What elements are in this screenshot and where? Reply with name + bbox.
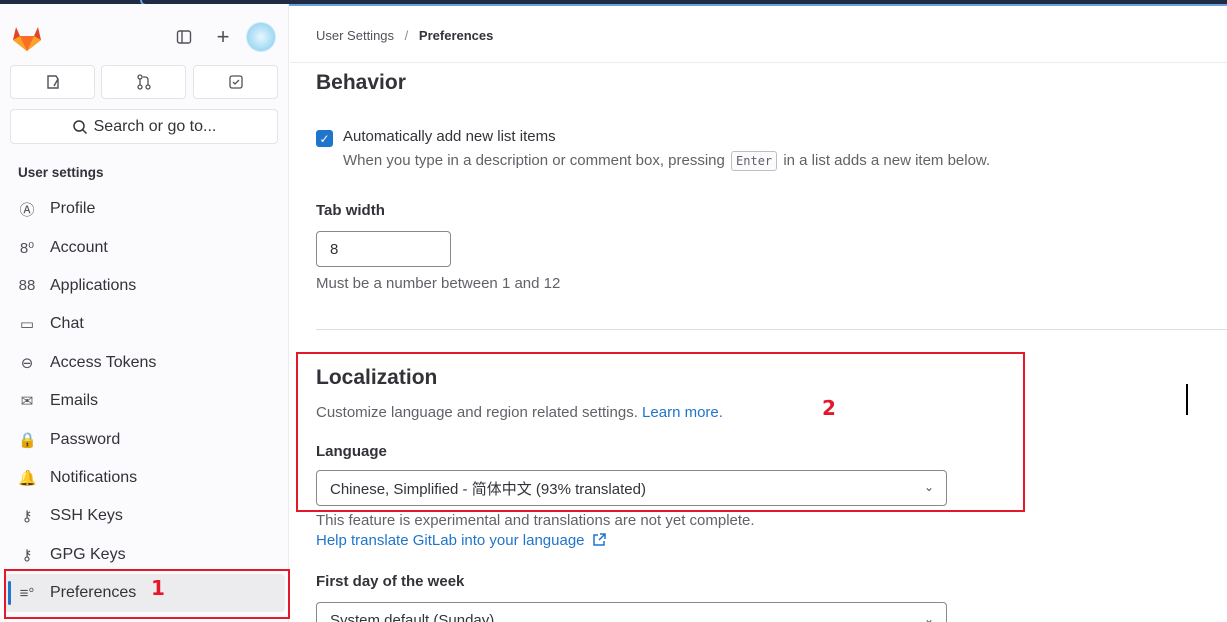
auto-list-help-after: in a list adds a new item below. xyxy=(783,152,991,169)
sidebar-item-label: Emails xyxy=(50,392,99,410)
breadcrumb-parent[interactable]: User Settings xyxy=(316,28,394,43)
first-day-label: First day of the week xyxy=(316,573,465,590)
sidebar-item-account[interactable]: 8⁰ Account xyxy=(0,228,289,266)
key-icon: ⚷ xyxy=(21,508,33,526)
applications-icon: 88 xyxy=(18,277,36,295)
tab-width-input[interactable]: 8 xyxy=(316,231,451,267)
auto-list-help: When you type in a description or commen… xyxy=(343,151,990,171)
todo-button[interactable] xyxy=(193,65,278,99)
issues-icon xyxy=(46,75,59,89)
sidebar-item-emails[interactable]: ✉ Emails xyxy=(0,382,289,420)
help-translate-link[interactable]: Help translate GitLab into your language xyxy=(316,532,606,549)
sidebar-item-chat[interactable]: ▭ Chat xyxy=(0,305,289,343)
key-icon: ⚷ xyxy=(21,546,33,564)
sidebar-item-label: Chat xyxy=(50,315,84,333)
annotation-marker-1: 1 xyxy=(151,576,165,600)
sidebar-item-access-tokens[interactable]: ⊖ Access Tokens xyxy=(0,344,289,382)
chevron-down-icon: ⌄ xyxy=(923,612,934,622)
help-translate-text: Help translate GitLab into your language xyxy=(316,532,585,549)
sidebar-item-label: Profile xyxy=(50,200,96,218)
sidebar-item-label: Access Tokens xyxy=(50,353,157,371)
divider xyxy=(290,62,1227,63)
tab-width-label: Tab width xyxy=(316,202,385,219)
annotation-marker-2: 2 xyxy=(822,396,836,420)
sidebar-item-notifications[interactable]: 🔔 Notifications xyxy=(0,459,289,497)
breadcrumb-separator: / xyxy=(404,28,409,43)
tab-width-value: 8 xyxy=(330,240,339,258)
breadcrumb-current: Preferences xyxy=(418,28,494,43)
issues-button[interactable] xyxy=(10,65,95,99)
lock-icon: 🔒 xyxy=(18,431,37,449)
sidebar-item-label: SSH Keys xyxy=(50,507,123,525)
experimental-note: This feature is experimental and transla… xyxy=(316,512,755,529)
sidebar-item-label: Applications xyxy=(50,276,137,294)
auto-list-help-before: When you type in a description or commen… xyxy=(343,152,725,169)
profile-icon: Ⓐ xyxy=(19,201,35,219)
bell-icon: 🔔 xyxy=(18,469,37,487)
token-icon: ⊖ xyxy=(20,354,34,372)
auto-list-checkbox[interactable]: ✓ xyxy=(316,130,333,147)
sidebar-item-applications[interactable]: 88 Applications xyxy=(0,267,289,305)
external-link-icon xyxy=(592,533,606,546)
collapse-sidebar-icon[interactable] xyxy=(173,26,195,48)
main-content: User Settings / Preferences Behavior ✓ A… xyxy=(290,4,1227,622)
tab-width-help: Must be a number between 1 and 12 xyxy=(316,275,561,292)
account-icon: 8⁰ xyxy=(19,239,35,257)
plus-icon[interactable]: + xyxy=(212,24,234,49)
search-icon xyxy=(72,119,87,134)
sidebar-nav: Ⓐ Profile 8⁰ Account 88 Applications ▭ Chat ⊖ Acc… xyxy=(0,190,289,613)
sidebar-item-label: Account xyxy=(50,238,108,256)
sidebar-item-label: Notifications xyxy=(50,468,138,486)
auto-list-label[interactable]: Automatically add new list items xyxy=(343,128,556,145)
enter-key: Enter xyxy=(731,151,778,171)
annotation-box-2 xyxy=(296,352,1025,512)
sidebar-item-label: GPG Keys xyxy=(50,545,126,563)
sidebar-item-password[interactable]: 🔒 Password xyxy=(0,420,289,458)
avatar[interactable] xyxy=(246,22,276,52)
breadcrumb: User Settings / Preferences xyxy=(316,28,493,43)
merge-requests-button[interactable] xyxy=(101,65,186,99)
annotation-box-1 xyxy=(4,569,290,619)
sidebar: + Search or go to... User settings Ⓐ Prof… xyxy=(0,4,289,622)
search-label: Search or go to... xyxy=(93,117,217,135)
todo-icon xyxy=(228,75,243,89)
search-button[interactable]: Search or go to... xyxy=(10,109,278,144)
first-day-value: System default (Sunday) xyxy=(330,611,495,622)
text-cursor xyxy=(1186,384,1188,415)
sidebar-item-ssh-keys[interactable]: ⚷ SSH Keys xyxy=(0,497,289,535)
gitlab-logo-icon[interactable] xyxy=(11,24,43,52)
merge-request-icon xyxy=(136,74,151,90)
sidebar-item-profile[interactable]: Ⓐ Profile xyxy=(0,190,289,228)
section-divider xyxy=(316,329,1227,330)
sidebar-section-title: User settings xyxy=(18,165,104,180)
behavior-heading: Behavior xyxy=(316,71,406,94)
mail-icon: ✉ xyxy=(20,393,34,411)
chat-icon: ▭ xyxy=(19,316,35,334)
sidebar-item-label: Password xyxy=(50,430,121,448)
first-day-select[interactable]: System default (Sunday) ⌄ xyxy=(316,602,947,622)
